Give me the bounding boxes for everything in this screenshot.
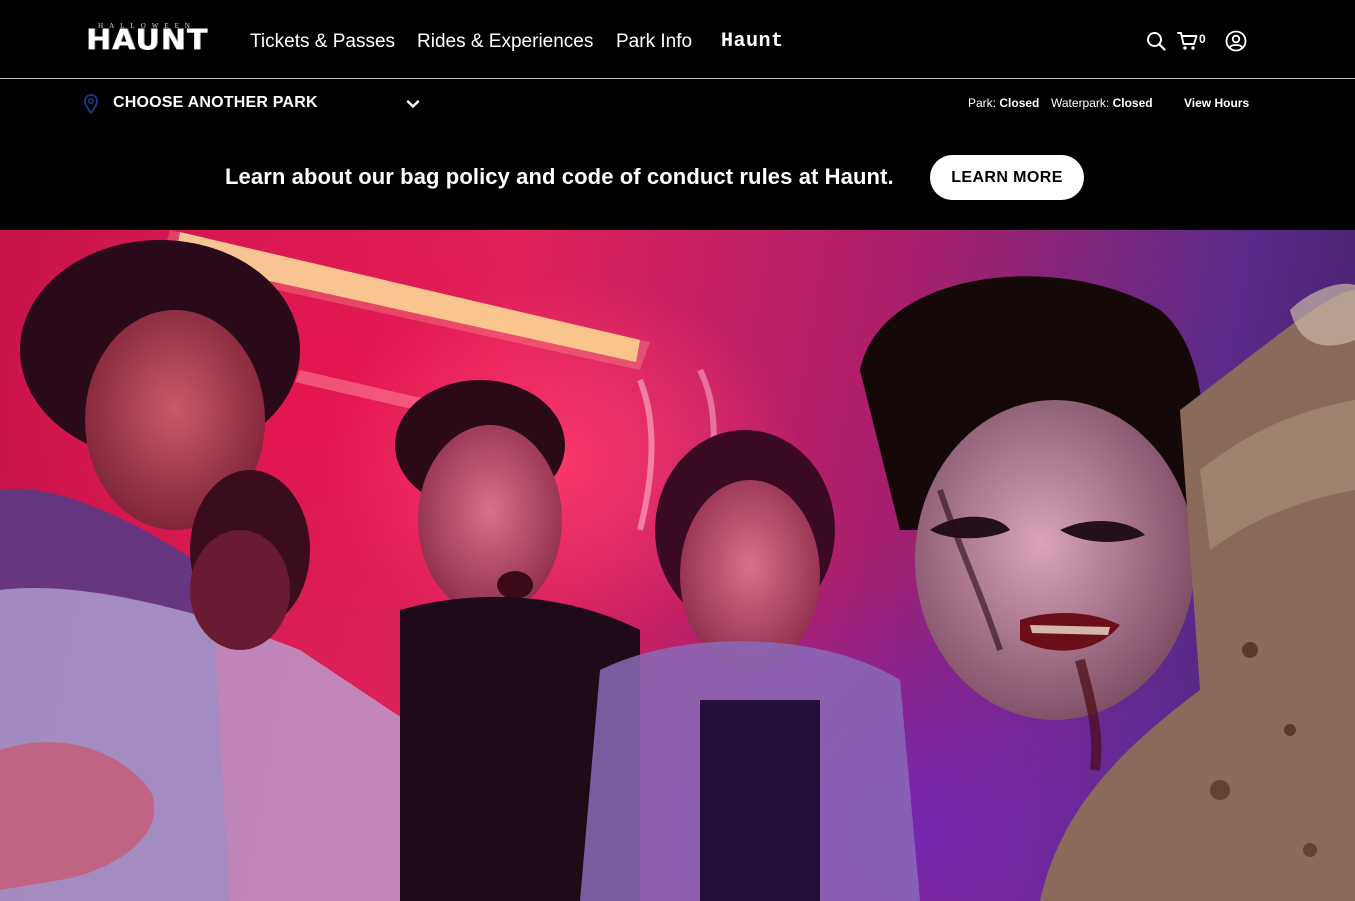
cart-button[interactable]: 0 — [1177, 30, 1209, 52]
choose-park-dropdown[interactable]: CHOOSE ANOTHER PARK — [113, 94, 318, 112]
location-pin-icon — [84, 94, 98, 115]
nav-rides-experiences[interactable]: Rides & Experiences — [417, 30, 593, 54]
park-status-value: Closed — [999, 96, 1040, 110]
park-status-label: Park: — [968, 96, 997, 110]
nav-tickets-passes[interactable]: Tickets & Passes — [250, 30, 395, 54]
logo-title: HAUNT — [85, 23, 209, 58]
account-icon[interactable] — [1225, 30, 1247, 52]
waterpark-status-value: Closed — [1112, 96, 1153, 110]
top-navigation: HALLOWEEN HAUNT Tickets & Passes Rides &… — [0, 0, 1355, 79]
notice-banner: Learn about our bag policy and code of c… — [0, 130, 1355, 230]
nav-park-info[interactable]: Park Info — [616, 30, 692, 54]
learn-more-button[interactable]: LEARN MORE — [930, 155, 1084, 200]
view-hours-link[interactable]: View Hours — [1184, 96, 1249, 110]
notice-text: Learn about our bag policy and code of c… — [225, 164, 894, 189]
chevron-down-icon[interactable] — [406, 97, 420, 111]
hero-image — [0, 230, 1355, 901]
haunt-logo[interactable]: HALLOWEEN HAUNT — [81, 22, 213, 58]
cart-count: 0 — [1199, 32, 1206, 46]
park-selector-bar: CHOOSE ANOTHER PARK Park: Closed Waterpa… — [0, 80, 1355, 130]
cart-icon — [1177, 32, 1198, 50]
hero-photo-illustration — [0, 230, 1355, 901]
nav-haunt[interactable]: Haunt — [721, 30, 784, 54]
search-icon[interactable] — [1146, 31, 1166, 51]
waterpark-status: Waterpark: Closed — [1051, 96, 1153, 110]
park-status: Park: Closed — [968, 96, 1039, 110]
waterpark-status-label: Waterpark: — [1051, 96, 1110, 110]
